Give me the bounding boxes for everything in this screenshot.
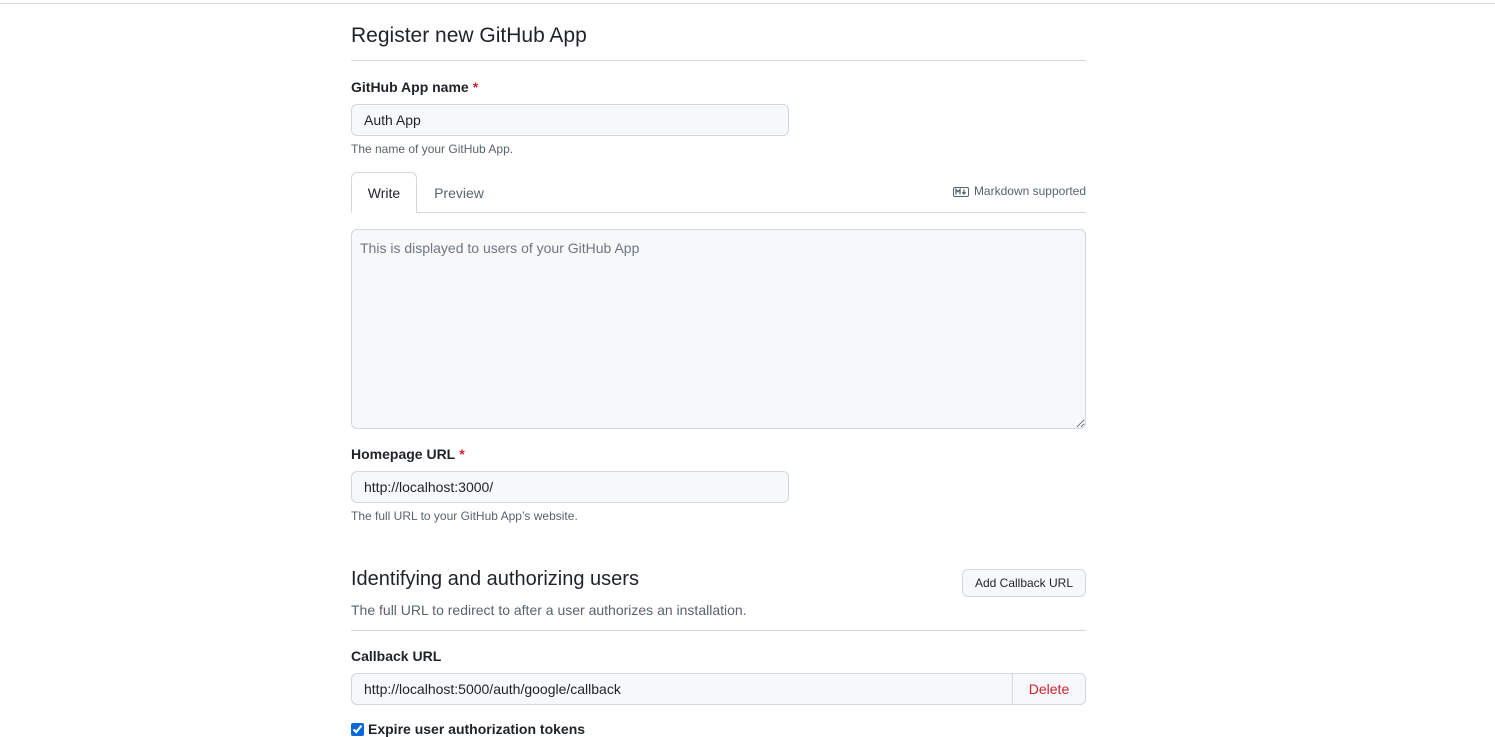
tab-write-label: Write — [367, 184, 401, 201]
required-marker: * — [459, 446, 465, 462]
required-marker: * — [472, 79, 479, 95]
section-divider — [351, 630, 1086, 631]
add-callback-url-button[interactable]: Add Callback URL — [962, 569, 1086, 597]
homepage-url-label-text: Homepage URL — [351, 446, 456, 462]
homepage-url-label: Homepage URL * — [351, 446, 465, 462]
expire-tokens-checkbox[interactable] — [351, 722, 364, 736]
tab-preview[interactable]: Preview — [421, 172, 497, 213]
app-name-label-text: GitHub App name — [351, 79, 469, 95]
callback-url-label: Callback URL — [351, 648, 441, 664]
callback-url-group: Delete — [351, 673, 1086, 705]
app-name-input[interactable] — [351, 104, 789, 136]
tab-preview-label: Preview — [434, 184, 484, 201]
homepage-url-note: The full URL to your GitHub App’s websit… — [351, 509, 578, 523]
description-tabbar: Write Preview Markdown supported — [351, 172, 1086, 213]
identifying-section-title: Identifying and authorizing users — [351, 568, 639, 590]
page-title: Register new GitHub App — [351, 24, 587, 47]
description-textarea[interactable] — [351, 229, 1086, 429]
identifying-section-description: The full URL to redirect to after a user… — [351, 602, 747, 618]
title-divider — [351, 60, 1086, 61]
app-name-label: GitHub App name * — [351, 79, 478, 95]
top-divider — [0, 3, 1495, 4]
delete-callback-button[interactable]: Delete — [1012, 673, 1086, 705]
expire-tokens-row[interactable]: Expire user authorization tokens — [351, 721, 585, 737]
homepage-url-input[interactable] — [351, 471, 789, 503]
markdown-icon — [952, 186, 969, 197]
callback-url-label-text: Callback URL — [351, 648, 442, 664]
expire-tokens-label: Expire user authorization tokens — [368, 721, 586, 737]
tabbar-divider — [351, 212, 1086, 213]
markdown-hint-text: Markdown supported — [973, 184, 1086, 198]
markdown-supported-hint[interactable]: Markdown supported — [952, 184, 1086, 198]
callback-url-input[interactable] — [351, 673, 1013, 705]
tab-write[interactable]: Write — [351, 172, 417, 213]
app-name-note: The name of your GitHub App. — [351, 142, 514, 156]
